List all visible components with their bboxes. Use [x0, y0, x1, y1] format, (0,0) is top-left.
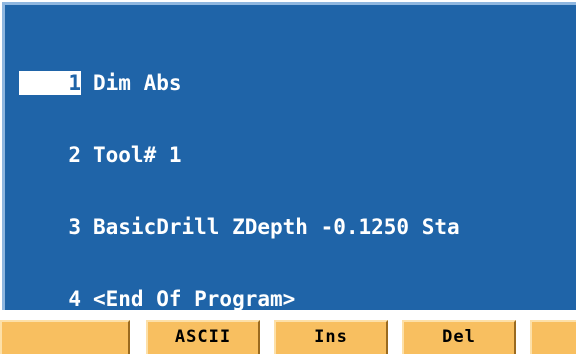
program-line-3[interactable]: 3 BasicDrill ZDepth -0.1250 Sta	[19, 215, 576, 239]
program-line-1[interactable]: 1 Dim Abs	[19, 71, 576, 95]
line-text: BasicDrill ZDepth -0.1250 Sta	[93, 215, 460, 239]
softkey-bar: ASCII Ins Del	[0, 318, 576, 354]
program-name-prompt-row[interactable]: Enter program name: 0123	[8, 283, 401, 335]
program-line-2[interactable]: 2 Tool# 1	[19, 143, 576, 167]
program-editor-pane[interactable]: 1 Dim Abs 2 Tool# 1 3 BasicDrill ZDepth …	[2, 2, 576, 335]
softkey-ascii-button[interactable]: ASCII	[146, 320, 260, 354]
line-number: 3	[68, 215, 81, 239]
line-number: 1	[19, 71, 81, 95]
cnc-editor-screen: 1 Dim Abs 2 Tool# 1 3 BasicDrill ZDepth …	[0, 0, 576, 354]
softkey-ins-button[interactable]: Ins	[274, 320, 388, 354]
softkey-1-blank[interactable]	[0, 320, 130, 354]
line-number: 2	[68, 143, 81, 167]
softkey-5-blank[interactable]	[530, 320, 576, 354]
line-text: Tool# 1	[93, 143, 182, 167]
softkey-del-button[interactable]: Del	[402, 320, 516, 354]
line-text: Dim Abs	[93, 71, 182, 95]
